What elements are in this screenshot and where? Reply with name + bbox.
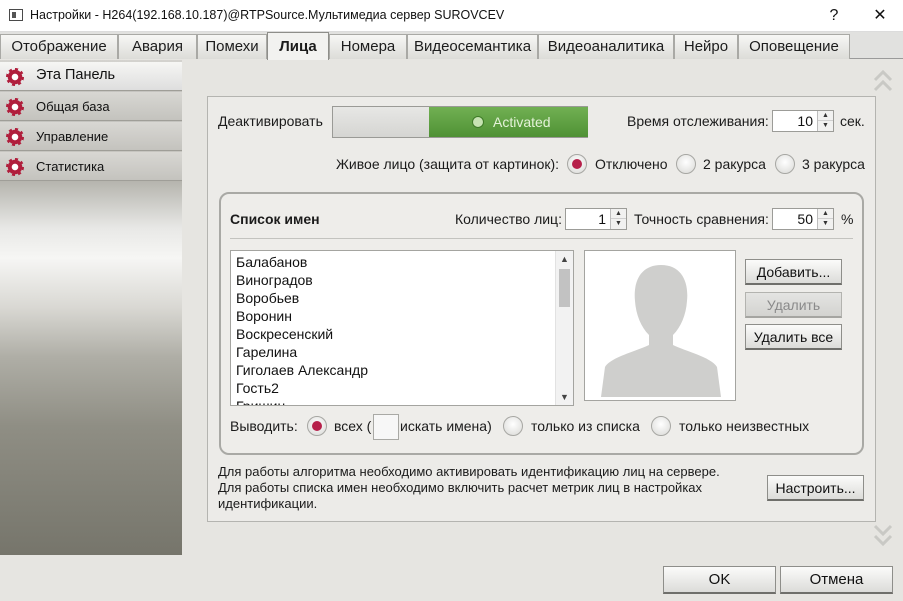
output-label: Выводить: [230, 418, 298, 434]
app-window-icon [9, 9, 23, 21]
stepper-up-icon[interactable]: ▲ [818, 111, 833, 121]
list-item[interactable]: Воронин [231, 307, 573, 325]
sidebar-item-label: Статистика [36, 159, 105, 174]
list-item[interactable]: Воробьев [231, 289, 573, 307]
sidebar-item-statistics[interactable]: Статистика [0, 152, 182, 181]
toggle-on-area: Activated [429, 107, 588, 137]
radio-output-all[interactable] [307, 416, 327, 436]
accuracy-value: 50 [797, 211, 813, 227]
tab-neuro[interactable]: Нейро [674, 34, 738, 59]
radio-live-face-3[interactable] [775, 154, 795, 174]
radio-label: 3 ракурса [802, 156, 865, 172]
tab-video-analytics[interactable]: Видеоаналитика [538, 34, 674, 59]
face-count-label: Количество лиц: [455, 211, 562, 227]
info-line: Для работы списка имен необходимо включи… [218, 480, 703, 511]
tracking-time-label: Время отслеживания: [627, 113, 769, 129]
name-list-title: Список имен [230, 211, 320, 227]
ok-button[interactable]: OK [663, 566, 776, 594]
list-scrollbar[interactable]: ▲ ▼ [555, 251, 573, 405]
sidebar-item-this-panel[interactable]: Эта Панель [0, 62, 182, 91]
stepper-down-icon[interactable]: ▼ [818, 121, 833, 131]
list-item[interactable]: Воскресенский [231, 325, 573, 343]
accuracy-unit: % [841, 211, 854, 227]
stepper-down-icon[interactable]: ▼ [611, 219, 626, 229]
radio-label: всех ( [334, 418, 372, 434]
search-names-checkbox[interactable] [373, 414, 399, 440]
tab-notification[interactable]: Оповещение [738, 34, 850, 59]
stepper-buttons: ▲ ▼ [817, 209, 833, 229]
list-item[interactable]: Гришин [231, 397, 573, 405]
delete-all-button[interactable]: Удалить все [745, 324, 842, 350]
tab-numbers[interactable]: Номера [329, 34, 407, 59]
window-title: Настройки - H264(192.168.10.187)@RTPSour… [30, 8, 505, 22]
delete-name-button[interactable]: Удалить [745, 292, 842, 318]
list-item[interactable]: Виноградов [231, 271, 573, 289]
checkbox-label: искать имена) [400, 418, 492, 434]
add-name-button[interactable]: Добавить... [745, 259, 842, 285]
scroll-down-icon[interactable] [873, 522, 893, 548]
stepper-down-icon[interactable]: ▼ [818, 219, 833, 229]
tab-interference[interactable]: Помехи [197, 34, 267, 59]
face-count-value: 1 [598, 211, 606, 227]
face-count-stepper[interactable]: 1 ▲ ▼ [565, 208, 627, 230]
stepper-up-icon[interactable]: ▲ [611, 209, 626, 219]
scroll-down-arrow-icon[interactable]: ▼ [556, 389, 573, 405]
gear-icon [6, 68, 24, 86]
sidebar-item-management[interactable]: Управление [0, 122, 182, 151]
tracking-time-value: 10 [797, 113, 813, 129]
activation-toggle[interactable]: Activated [332, 106, 588, 138]
list-item[interactable]: Балабанов [231, 253, 573, 271]
gear-icon [6, 158, 24, 176]
tab-bar: Отображение Авария Помехи Лица Номера Ви… [0, 32, 903, 60]
stepper-buttons: ▲ ▼ [817, 111, 833, 131]
accuracy-stepper[interactable]: 50 ▲ ▼ [772, 208, 834, 230]
radio-live-face-2[interactable] [676, 154, 696, 174]
sidebar-item-label: Управление [36, 129, 109, 144]
sidebar: Эта Панель Общая база Управление Статист… [0, 60, 182, 555]
live-face-label: Живое лицо (защита от картинок): [336, 156, 560, 172]
stepper-buttons: ▲ ▼ [610, 209, 626, 229]
tab-alarm[interactable]: Авария [118, 34, 197, 59]
toggle-state-label: Activated [493, 114, 551, 130]
radio-output-list-only[interactable] [503, 416, 523, 436]
divider [230, 238, 853, 239]
list-item[interactable]: Гарелина [231, 343, 573, 361]
sidebar-item-label: Общая база [36, 99, 110, 114]
info-text: Для работы алгоритма необходимо активиро… [218, 464, 738, 512]
sidebar-item-common-base[interactable]: Общая база [0, 92, 182, 121]
tracking-time-unit: сек. [840, 113, 865, 129]
radio-label: только неизвестных [679, 418, 810, 434]
radio-live-face-off[interactable] [567, 154, 587, 174]
sidebar-item-label: Эта Панель [36, 67, 116, 83]
list-item[interactable]: Гиголаев Александр [231, 361, 573, 379]
title-bar: Настройки - H264(192.168.10.187)@RTPSour… [0, 0, 903, 32]
gear-icon [6, 128, 24, 146]
stepper-up-icon[interactable]: ▲ [818, 209, 833, 219]
tab-faces[interactable]: Лица [267, 32, 329, 60]
accuracy-label: Точность сравнения: [634, 211, 769, 227]
person-silhouette-icon [601, 265, 721, 397]
gear-icon [6, 98, 24, 116]
cancel-button[interactable]: Отмена [780, 566, 893, 594]
list-item[interactable]: Гость2 [231, 379, 573, 397]
info-line: Для работы алгоритма необходимо активиро… [218, 464, 720, 479]
scrollbar-thumb[interactable] [559, 269, 570, 307]
close-button[interactable]: ✕ [860, 4, 900, 28]
help-button[interactable]: ? [814, 4, 854, 28]
face-photo [584, 250, 736, 401]
radio-output-unknown-only[interactable] [651, 416, 671, 436]
configure-button[interactable]: Настроить... [767, 475, 864, 501]
scroll-up-icon[interactable] [873, 68, 893, 94]
tab-display[interactable]: Отображение [0, 34, 118, 59]
status-dot-icon [472, 116, 484, 128]
tab-video-semantics[interactable]: Видеосемантика [407, 34, 538, 59]
tracking-time-stepper[interactable]: 10 ▲ ▼ [772, 110, 834, 132]
names-list[interactable]: Балабанов Виноградов Воробьев Воронин Во… [230, 250, 574, 406]
deactivate-label: Деактивировать [218, 113, 323, 129]
radio-label: только из списка [531, 418, 640, 434]
radio-label: 2 ракурса [703, 156, 766, 172]
scroll-up-arrow-icon[interactable]: ▲ [556, 251, 573, 267]
radio-label: Отключено [595, 156, 668, 172]
